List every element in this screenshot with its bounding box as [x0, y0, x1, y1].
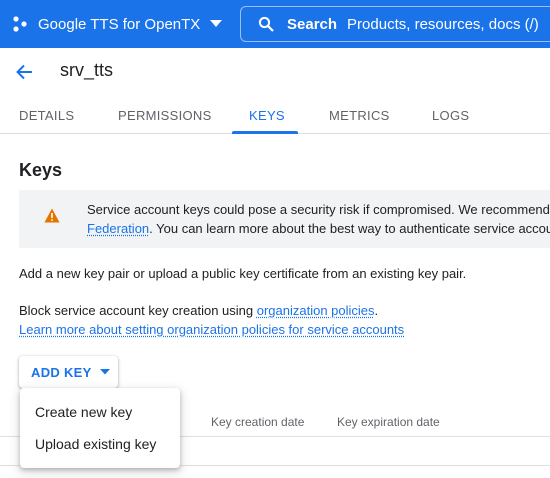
- add-key-menu: Create new key Upload existing key: [20, 388, 180, 468]
- page-title: srv_tts: [60, 60, 113, 81]
- keys-intro-text: Add a new key pair or upload a public ke…: [19, 264, 466, 283]
- policy-text: Block service account key creation using…: [19, 301, 378, 320]
- tab-metrics[interactable]: METRICS: [329, 108, 390, 123]
- project-icon: [10, 14, 30, 34]
- policy-suffix: .: [375, 303, 379, 318]
- search-icon: [258, 16, 274, 32]
- warning-line-1: Service account keys could pose a securi…: [87, 200, 550, 219]
- learn-more-link[interactable]: Learn more about setting organization po…: [19, 322, 404, 337]
- active-tab-indicator: [232, 131, 298, 134]
- learn-more-line: Learn more about setting organization po…: [19, 320, 404, 339]
- caret-down-icon: [100, 369, 110, 375]
- warning-line-2-text: . You can learn more about the best way …: [149, 221, 550, 236]
- project-name: Google TTS for OpenTX: [38, 16, 200, 33]
- project-picker[interactable]: Google TTS for OpenTX: [10, 10, 222, 38]
- arrow-back-icon: [15, 63, 33, 81]
- add-key-button[interactable]: ADD KEY: [19, 356, 118, 388]
- tab-details[interactable]: DETAILS: [19, 108, 74, 123]
- tab-keys[interactable]: KEYS: [249, 108, 285, 123]
- column-key-expiration-date: Key expiration date: [337, 415, 440, 429]
- policy-prefix: Block service account key creation using: [19, 303, 257, 318]
- warning-icon: [44, 208, 60, 223]
- tab-bar: DETAILS PERMISSIONS KEYS METRICS LOGS: [0, 96, 550, 134]
- menu-item-create-new-key[interactable]: Create new key: [20, 396, 180, 428]
- organization-policies-link[interactable]: organization policies: [257, 303, 375, 318]
- section-title: Keys: [19, 160, 62, 181]
- back-button[interactable]: [12, 60, 36, 84]
- warning-line-2: Federation. You can learn more about the…: [87, 219, 550, 238]
- chevron-down-icon: [210, 20, 222, 28]
- menu-item-upload-existing-key[interactable]: Upload existing key: [20, 428, 180, 460]
- warning-banner: Service account keys could pose a securi…: [19, 190, 550, 248]
- page-header: srv_tts: [0, 48, 550, 96]
- federation-link[interactable]: Federation: [87, 221, 149, 236]
- top-bar: Google TTS for OpenTX Search Products, r…: [0, 0, 550, 48]
- tab-permissions[interactable]: PERMISSIONS: [118, 108, 212, 123]
- search-label: Search: [287, 16, 337, 33]
- search-input[interactable]: Search Products, resources, docs (/): [240, 6, 550, 42]
- search-placeholder: Products, resources, docs (/): [347, 16, 539, 33]
- add-key-label: ADD KEY: [31, 365, 92, 380]
- tab-logs[interactable]: LOGS: [432, 108, 469, 123]
- warning-text: Service account keys could pose a securi…: [87, 200, 550, 238]
- column-key-creation-date: Key creation date: [211, 415, 304, 429]
